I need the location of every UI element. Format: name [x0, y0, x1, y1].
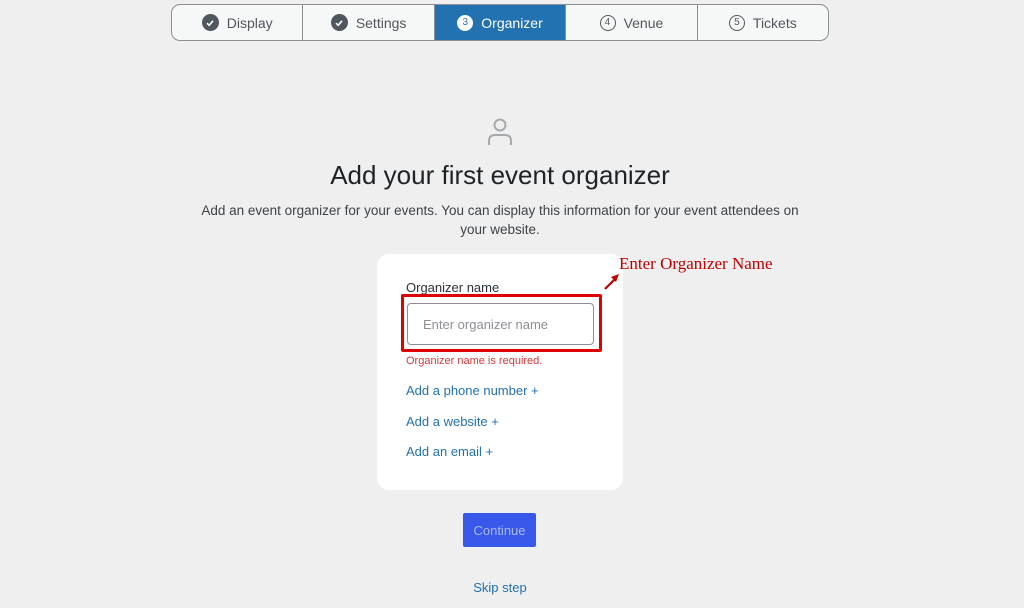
add-website-link[interactable]: Add a website +: [406, 414, 499, 429]
continue-button[interactable]: Continue: [463, 513, 536, 547]
step-label: Display: [226, 14, 273, 31]
organizer-name-label: Organizer name: [406, 280, 500, 295]
step-display[interactable]: Display: [172, 5, 304, 40]
step-label: Organizer: [481, 14, 543, 31]
add-email-link[interactable]: Add an email +: [406, 444, 493, 459]
person-icon: [488, 118, 512, 145]
page-subtitle: Add an event organizer for your events. …: [201, 203, 799, 237]
step-number: 4: [599, 14, 616, 31]
step-organizer[interactable]: 3 Organizer: [434, 5, 567, 40]
step-tickets[interactable]: 5 Tickets: [698, 5, 828, 40]
page-title: Add your first event organizer: [0, 160, 1000, 191]
annotation-label: Enter Organizer Name: [619, 254, 773, 273]
event-setup-wizard: Display Settings 3 Organizer 4 Venue 5 T…: [0, 0, 1024, 608]
step-number: 5: [728, 14, 745, 31]
checkmark-icon: [330, 14, 348, 31]
step-venue[interactable]: 4 Venue: [566, 5, 698, 40]
add-phone-link[interactable]: Add a phone number +: [406, 383, 539, 398]
organizer-name-input[interactable]: [407, 303, 594, 345]
organizer-name-error: Organizer name is required.: [406, 355, 543, 367]
organizer-form-card: Organizer name Organizer name is require…: [377, 254, 623, 490]
page-title-text: Add your first event organizer: [330, 160, 670, 190]
wizard-stepper: Display Settings 3 Organizer 4 Venue 5 T…: [171, 4, 829, 41]
step-number: 3: [457, 14, 474, 31]
step-label: Settings: [355, 14, 407, 31]
step-label: Tickets: [752, 14, 797, 31]
step-settings[interactable]: Settings: [303, 5, 435, 40]
step-label: Venue: [623, 14, 664, 31]
skip-step-link[interactable]: Skip step: [0, 580, 1000, 595]
checkmark-icon: [201, 14, 219, 31]
